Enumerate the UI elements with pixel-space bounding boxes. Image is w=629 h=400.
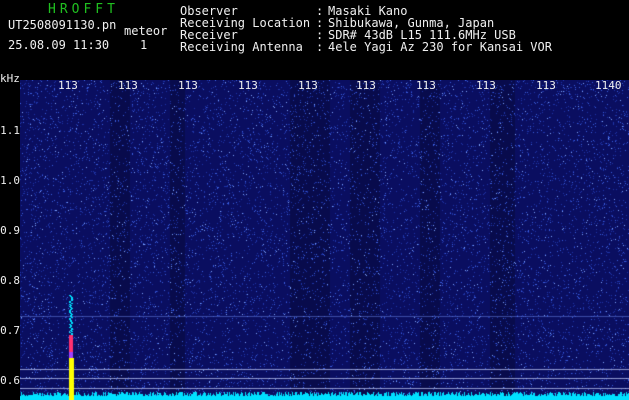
file-name: UT2508091130.pn bbox=[8, 18, 117, 32]
y-tick-label: 0.9 bbox=[0, 224, 20, 237]
app-title: HROFFT bbox=[48, 2, 119, 17]
x-tick-label: 113 bbox=[356, 79, 376, 92]
event-tag: meteor bbox=[124, 24, 168, 38]
x-tick-label: 113 bbox=[476, 79, 496, 92]
x-tick-label: 113 bbox=[298, 79, 318, 92]
x-tick-label: 113 bbox=[58, 79, 78, 92]
x-tick-label: 113 bbox=[178, 79, 198, 92]
x-tick-label: 113 bbox=[416, 79, 436, 92]
y-axis-unit: kHz bbox=[0, 72, 20, 85]
event-counter: 1 bbox=[140, 38, 148, 52]
waterfall-spectrogram[interactable] bbox=[20, 80, 629, 400]
header-panel: HROFFT UT2508091130.pn meteor 25.08.09 1… bbox=[0, 0, 629, 78]
info-separator: : bbox=[316, 40, 324, 54]
x-tick-label: 113 bbox=[238, 79, 258, 92]
x-tick-label: 1140 bbox=[595, 79, 622, 92]
y-tick-label: 1.0 bbox=[0, 174, 20, 187]
info-row-antenna: Receiving Antenna:4ele Yagi Az 230 for K… bbox=[180, 41, 552, 53]
date-time: 25.08.09 11:30 bbox=[8, 38, 110, 52]
x-tick-label: 113 bbox=[536, 79, 556, 92]
y-tick-label: 0.6 bbox=[0, 374, 20, 387]
x-tick-label: 113 bbox=[118, 79, 138, 92]
info-value: 4ele Yagi Az 230 for Kansai VOR bbox=[328, 40, 552, 54]
y-tick-label: 0.8 bbox=[0, 274, 20, 287]
y-tick-label: 1.1 bbox=[0, 124, 20, 137]
y-tick-label: 0.7 bbox=[0, 324, 20, 337]
info-key: Receiving Antenna bbox=[180, 40, 303, 54]
